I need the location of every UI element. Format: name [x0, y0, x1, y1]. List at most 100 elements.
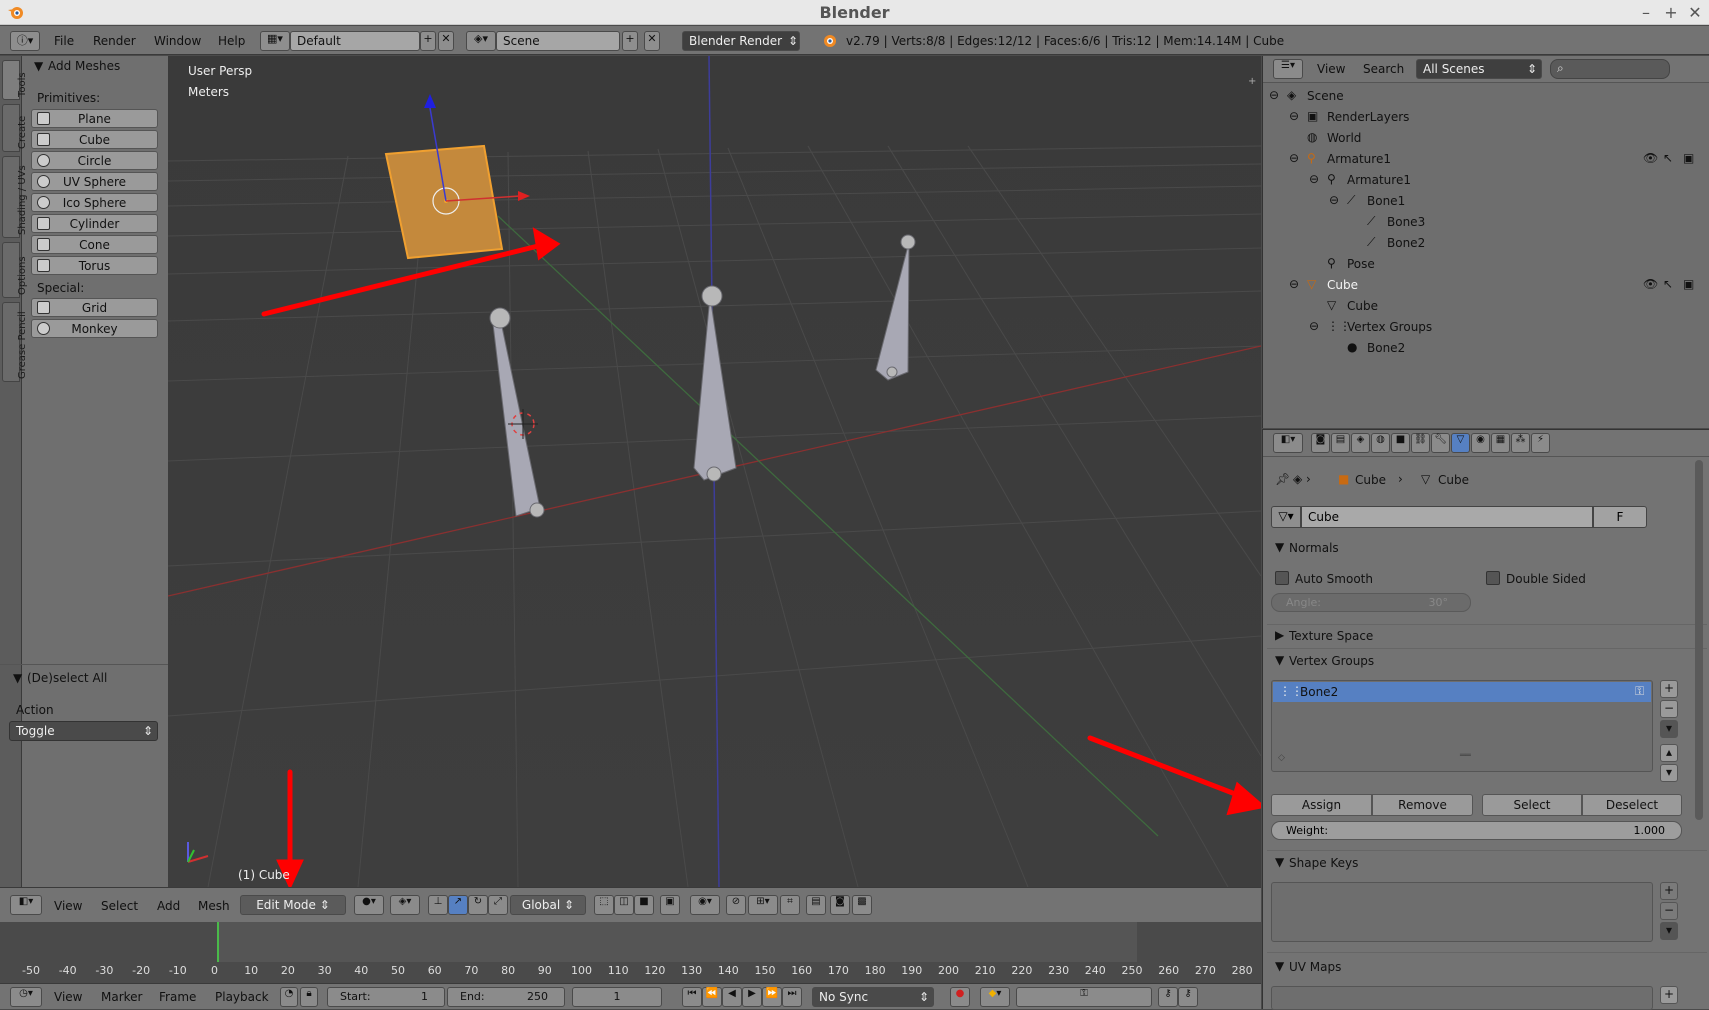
- edge-select-icon[interactable]: ◫: [614, 895, 634, 915]
- breadcrumb-mesh[interactable]: Cube: [1438, 473, 1469, 487]
- lock-icon[interactable]: ⚿: [1635, 684, 1644, 699]
- double-sided-checkbox[interactable]: [1486, 571, 1500, 585]
- 3d-viewport[interactable]: User Persp Meters (1) Cube +: [168, 56, 1261, 887]
- tab-texture-icon[interactable]: ▦: [1491, 433, 1510, 453]
- jump-end-icon[interactable]: ⏭: [782, 987, 802, 1007]
- editor-type-timeline-icon[interactable]: ◷▾: [10, 987, 42, 1007]
- layout-name-field[interactable]: Default: [290, 31, 420, 51]
- resize-handle-icon[interactable]: ══: [1460, 751, 1471, 761]
- assign-button[interactable]: Assign: [1271, 794, 1372, 816]
- cursor-select-icon[interactable]: ↖: [1663, 277, 1673, 291]
- occlude-geometry-icon[interactable]: ▣: [660, 895, 680, 915]
- outliner-item-armature[interactable]: Armature1: [1327, 152, 1391, 166]
- expand-toggle-icon[interactable]: ⊖: [1289, 109, 1299, 123]
- layout-browse-icon[interactable]: ▦▾: [260, 31, 290, 51]
- scale-manipulator-icon[interactable]: ⤢: [488, 895, 508, 915]
- remove-vertex-group-icon[interactable]: −: [1660, 700, 1678, 718]
- tab-create[interactable]: Create: [2, 104, 28, 152]
- add-layout-icon[interactable]: +: [420, 31, 436, 51]
- properties-scrollbar[interactable]: [1695, 460, 1703, 820]
- jump-start-icon[interactable]: ⏮: [682, 987, 702, 1007]
- tab-physics-icon[interactable]: ⚡︎: [1531, 433, 1550, 453]
- collapse-triangle-icon[interactable]: ▼: [1275, 653, 1284, 667]
- sync-dropdown[interactable]: No Sync ⇕: [812, 987, 934, 1007]
- collapse-triangle-icon[interactable]: ▼: [1275, 855, 1284, 869]
- tab-render-layers-icon[interactable]: ▤: [1331, 433, 1350, 453]
- shape-keys-panel-title[interactable]: Shape Keys: [1289, 856, 1358, 870]
- breadcrumb-object[interactable]: Cube: [1355, 473, 1386, 487]
- vertex-groups-panel-title[interactable]: Vertex Groups: [1289, 654, 1374, 668]
- shape-key-list[interactable]: [1271, 882, 1653, 942]
- expand-toggle-icon[interactable]: ⊖: [1309, 319, 1319, 333]
- orientation-dropdown[interactable]: Global ⇕: [510, 895, 586, 915]
- add-uv-sphere-button[interactable]: UV Sphere: [31, 172, 158, 191]
- add-circle-button[interactable]: Circle: [31, 151, 158, 170]
- add-uv-map-icon[interactable]: +: [1660, 986, 1678, 1004]
- snap-target-icon[interactable]: ⌗: [780, 895, 800, 915]
- snap-toggle-icon[interactable]: ⊘: [726, 895, 746, 915]
- tab-world-icon[interactable]: ◍: [1371, 433, 1390, 453]
- menu-window[interactable]: Window: [154, 34, 201, 48]
- render-camera-icon[interactable]: ▣: [1683, 277, 1694, 291]
- outliner-item-mesh-object[interactable]: Cube: [1327, 278, 1358, 292]
- outliner-search-input[interactable]: ⌕: [1550, 59, 1670, 79]
- fake-user-button[interactable]: F: [1593, 506, 1647, 528]
- menu-view[interactable]: View: [54, 990, 82, 1004]
- menu-frame[interactable]: Frame: [159, 990, 196, 1004]
- menu-mesh[interactable]: Mesh: [198, 899, 230, 913]
- proportional-edit-icon[interactable]: ◉▾: [690, 895, 720, 915]
- add-cube-button[interactable]: Cube: [31, 130, 158, 149]
- delete-scene-icon[interactable]: ✕: [644, 31, 660, 51]
- menu-view[interactable]: View: [1317, 62, 1345, 76]
- menu-search[interactable]: Search: [1363, 62, 1404, 76]
- play-reverse-icon[interactable]: ◀: [722, 987, 742, 1007]
- collapse-triangle-icon[interactable]: ▼: [34, 59, 43, 73]
- start-frame-field[interactable]: Start: 1: [327, 987, 445, 1007]
- tab-grease-pencil[interactable]: Grease Pencil: [2, 302, 28, 382]
- current-frame-marker[interactable]: [217, 922, 219, 962]
- list-item[interactable]: ⋮⋮ Bone2 ⚿: [1273, 682, 1651, 702]
- weight-slider[interactable]: Weight: 1.000: [1271, 821, 1682, 840]
- add-meshes-panel-title[interactable]: Add Meshes: [48, 59, 120, 73]
- shading-dropdown-icon[interactable]: ●▾: [354, 895, 384, 915]
- play-icon[interactable]: ▶: [742, 987, 762, 1007]
- vertex-group-list[interactable]: ⋮⋮ Bone2 ⚿ ◇ ══: [1271, 680, 1653, 772]
- clock-icon[interactable]: ◔: [280, 987, 298, 1007]
- specials-menu-icon[interactable]: ▾: [1660, 720, 1678, 738]
- tab-render-icon[interactable]: ◙: [1311, 433, 1330, 453]
- outliner-item-world[interactable]: World: [1327, 131, 1361, 145]
- add-cylinder-button[interactable]: Cylinder: [31, 214, 158, 233]
- translate-manipulator-icon[interactable]: ↗: [448, 895, 468, 915]
- minimize-icon[interactable]: –: [1636, 3, 1656, 22]
- shape-key-specials-icon[interactable]: ▾: [1660, 922, 1678, 940]
- tab-material-icon[interactable]: ◉: [1471, 433, 1490, 453]
- filter-options-icon[interactable]: ◇: [1278, 753, 1285, 763]
- move-down-icon[interactable]: ▾: [1660, 764, 1678, 782]
- next-keyframe-icon[interactable]: ⏩: [762, 987, 782, 1007]
- outliner-item-vertex-group[interactable]: Bone2: [1367, 341, 1405, 355]
- action-dropdown[interactable]: Toggle ⇕: [9, 721, 158, 741]
- record-icon[interactable]: ●: [950, 987, 970, 1007]
- add-grid-button[interactable]: Grid: [31, 298, 158, 317]
- move-up-icon[interactable]: ▴: [1660, 744, 1678, 762]
- collapse-triangle-icon[interactable]: ▼: [1275, 959, 1284, 973]
- add-shape-key-icon[interactable]: +: [1660, 882, 1678, 900]
- maximize-icon[interactable]: +: [1661, 3, 1681, 22]
- remove-button[interactable]: Remove: [1372, 794, 1473, 816]
- outliner-item-pose[interactable]: Pose: [1347, 257, 1375, 271]
- uv-maps-panel-title[interactable]: UV Maps: [1289, 960, 1341, 974]
- properties-editor[interactable]: ◧▾ ◙ ▤ ◈ ◍ ■ ⛓ 🔧︎ ▽ ◉ ▦ ⁂ ⚡︎ 📌︎ ◈ › ■ Cube › ▽ Cube…: [1262, 429, 1709, 1010]
- mesh-name-field[interactable]: Cube: [1301, 506, 1593, 528]
- deselect-button[interactable]: Deselect: [1582, 794, 1682, 816]
- remove-shape-key-icon[interactable]: −: [1660, 902, 1678, 920]
- add-vertex-group-icon[interactable]: +: [1660, 680, 1678, 698]
- current-frame-field[interactable]: 1: [572, 987, 662, 1007]
- tab-constraints-icon[interactable]: ⛓: [1411, 433, 1430, 453]
- tab-particles-icon[interactable]: ⁂: [1511, 433, 1530, 453]
- outliner-item-bone[interactable]: Bone2: [1387, 236, 1425, 250]
- collapse-triangle-icon[interactable]: ▼: [13, 671, 22, 685]
- outliner-item-render-layers[interactable]: RenderLayers: [1327, 110, 1409, 124]
- render-camera-icon[interactable]: ▣: [1683, 151, 1694, 165]
- tab-tools[interactable]: Tools: [2, 60, 28, 100]
- vertex-group-name[interactable]: Bone2: [1300, 685, 1338, 699]
